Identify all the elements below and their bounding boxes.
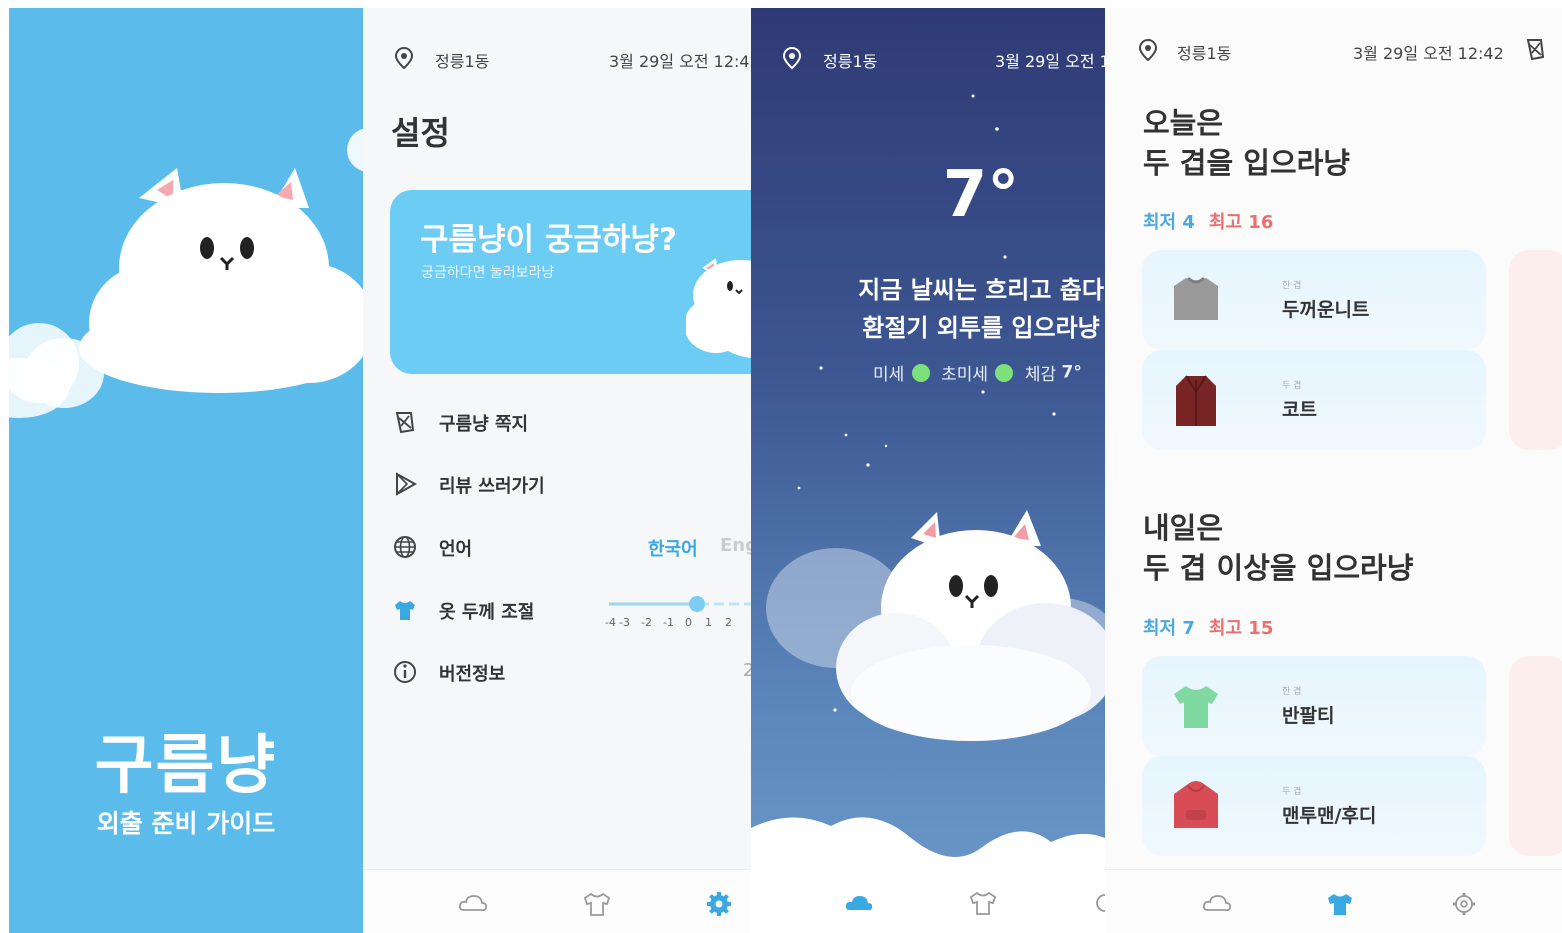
note-icon[interactable] xyxy=(1523,36,1547,62)
bottom-nav xyxy=(363,869,751,933)
clothing-name: 두꺼운니트 xyxy=(1282,299,1370,321)
location-label[interactable]: 정릉1동 xyxy=(823,48,877,72)
version-value: 2 xyxy=(743,660,751,681)
menu-version[interactable]: 버전정보 2 xyxy=(391,654,751,694)
thickness-slider[interactable]: -4 -3 -2 -1 0 1 2 xyxy=(605,592,751,632)
cloud-cat-illustration xyxy=(9,128,363,418)
language-korean-option[interactable]: 한국어 xyxy=(648,535,698,561)
coat-icon xyxy=(1176,375,1216,426)
tomorrow-max: 최고 15 xyxy=(1208,618,1274,639)
banner-subtitle: 궁금하다면 눌러보라냥 xyxy=(421,265,555,281)
clothing-name: 반팔티 xyxy=(1282,705,1335,727)
tomorrow-min: 최저 7 xyxy=(1143,618,1195,639)
weather-tab-cloud-icon[interactable] xyxy=(455,886,491,922)
status-bar: 정릉1동 3월 29일 오전 12:42 xyxy=(1105,36,1562,64)
bottom-nav xyxy=(1105,869,1562,933)
ultra-fine-dust-label: 초미세 xyxy=(941,365,989,385)
about-banner[interactable]: 구름냥이 궁금하냥? 궁금하다면 눌러보라냥 xyxy=(390,190,751,374)
datetime-label: 3월 29일 오전 12:42 xyxy=(995,52,1105,71)
fine-dust-label: 미세 xyxy=(873,365,905,385)
location-pin-icon xyxy=(394,46,414,70)
settings-tab-gear-icon[interactable] xyxy=(701,886,737,922)
today-max: 최고 16 xyxy=(1208,212,1274,233)
hoodie-icon xyxy=(1174,781,1218,828)
menu-label: 리뷰 쓰러가기 xyxy=(439,476,545,497)
next-card-peek[interactable] xyxy=(1509,656,1562,856)
menu-label: 옷 두께 조절 xyxy=(439,602,535,623)
splash-screen: 구름냥 외출 준비 가이드 xyxy=(9,8,363,933)
smile-icon xyxy=(911,363,930,382)
note-icon xyxy=(395,412,415,434)
today-heading: 오늘은 두 겹을 입으라냥 xyxy=(1143,106,1350,180)
feels-like-label: 체감 xyxy=(1024,365,1057,385)
status-bar: 정릉1동 3월 29일 오전 12:42 xyxy=(751,46,1105,72)
menu-label: 구름냥 쪽지 xyxy=(439,414,529,435)
weather-tab-cloud-icon[interactable] xyxy=(841,885,877,921)
location-pin-icon xyxy=(782,46,802,70)
bottom-nav xyxy=(751,869,1105,933)
datetime-label: 3월 29일 오전 12:42 xyxy=(609,52,751,71)
clothing-card[interactable]: 한 겹 반팔티 xyxy=(1142,656,1486,756)
knit-sweater-icon xyxy=(1174,276,1218,320)
info-icon xyxy=(394,661,416,683)
settings-screen: 정릉1동 3월 29일 오전 12:42 설정 구름냥이 궁금하냥? 궁금하다면… xyxy=(363,8,751,933)
settings-tab-gear-icon[interactable] xyxy=(1087,885,1105,921)
tomorrow-heading: 내일은 두 겹 이상을 입으라냥 xyxy=(1143,511,1414,585)
clothing-card[interactable]: 두 겹 맨투맨/후디 xyxy=(1142,756,1486,856)
today-min: 최저 4 xyxy=(1143,212,1195,233)
weather-message-line1: 지금 날씨는 흐리고 춥다 xyxy=(858,276,1104,304)
clothing-card[interactable]: 한 겹 두꺼운니트 xyxy=(1142,250,1486,350)
current-temperature: 7° xyxy=(942,158,1020,232)
banner-title: 구름냥이 궁금하냥? xyxy=(420,222,677,258)
menu-language: 언어 한국어 Eng xyxy=(391,529,751,569)
clothing-card[interactable]: 두 겹 코트 xyxy=(1142,350,1486,450)
clothing-name: 코트 xyxy=(1282,399,1317,421)
weather-message-line2: 환절기 외투를 입으라냥 xyxy=(862,314,1100,342)
weather-screen: 정릉1동 3월 29일 오전 12:42 7° 지금 날씨는 흐리고 춥다 환절… xyxy=(751,8,1105,933)
language-english-option[interactable]: Eng xyxy=(720,535,751,556)
slider-thumb xyxy=(689,596,705,612)
air-quality-row: 미세 초미세 체감 7° xyxy=(873,360,1082,386)
clothes-tab-shirt-icon[interactable] xyxy=(579,886,615,922)
location-label[interactable]: 정릉1동 xyxy=(435,48,489,72)
tshirt-icon xyxy=(1174,686,1218,728)
clothing-name: 맨투맨/후디 xyxy=(1282,805,1377,827)
menu-thickness: 옷 두께 조절 -4 -3 -2 -1 0 1 2 xyxy=(391,592,751,632)
weather-tab-cloud-icon[interactable] xyxy=(1199,886,1235,922)
location-label[interactable]: 정릉1동 xyxy=(1177,40,1231,64)
clothes-tab-shirt-icon[interactable] xyxy=(1322,886,1358,922)
cloud-cat-icon xyxy=(686,258,751,358)
menu-label: 버전정보 xyxy=(439,664,506,685)
play-store-icon xyxy=(396,472,418,496)
today-temp-range: 최저 4 최고 16 xyxy=(1143,208,1273,234)
app-name: 구름냥 xyxy=(94,729,278,803)
status-bar: 정릉1동 3월 29일 오전 12:42 xyxy=(363,46,751,72)
app-tagline: 외출 준비 가이드 xyxy=(96,809,276,838)
page-title: 설정 xyxy=(391,114,450,152)
location-pin-icon xyxy=(1138,38,1158,62)
next-card-peek[interactable] xyxy=(1509,250,1562,450)
datetime-label: 3월 29일 오전 12:42 xyxy=(1353,44,1504,63)
shirt-icon xyxy=(395,601,415,620)
menu-note[interactable]: 구름냥 쪽지 xyxy=(391,404,751,444)
menu-review[interactable]: 리뷰 쓰러가기 xyxy=(391,466,751,506)
clothes-tab-shirt-icon[interactable] xyxy=(965,885,1001,921)
menu-label: 언어 xyxy=(439,539,473,560)
settings-tab-gear-icon[interactable] xyxy=(1446,886,1482,922)
globe-icon xyxy=(394,536,416,558)
smile-icon xyxy=(995,363,1014,382)
feels-like-value: 7° xyxy=(1061,362,1082,383)
tomorrow-temp-range: 최저 7 최고 15 xyxy=(1143,614,1273,640)
clothes-screen: 정릉1동 3월 29일 오전 12:42 오늘은 두 겹을 입으라냥 최저 4최… xyxy=(1105,8,1562,933)
